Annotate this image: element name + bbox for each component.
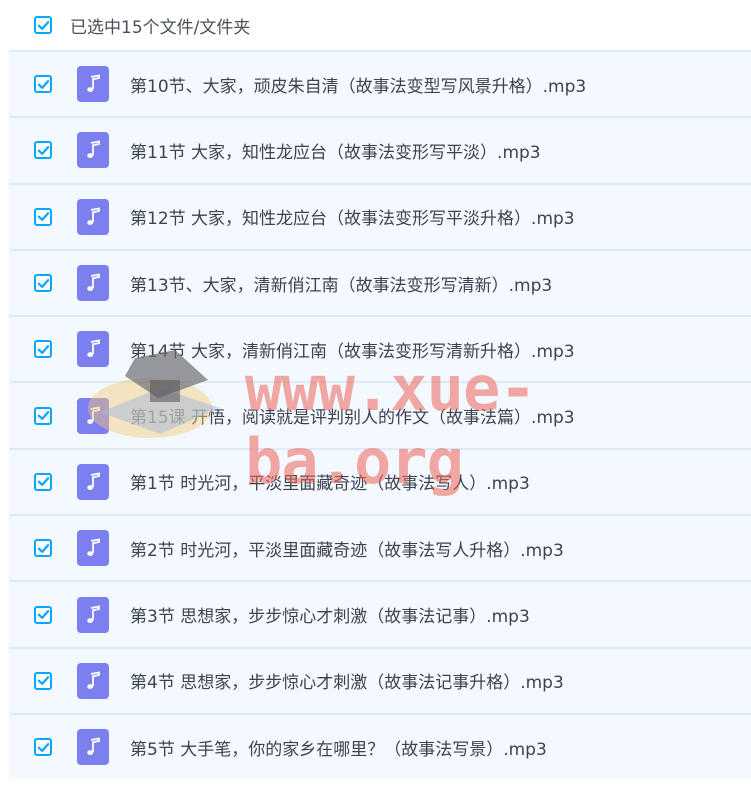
music-file-icon bbox=[77, 596, 109, 633]
file-checkbox-icon[interactable] bbox=[34, 141, 52, 160]
music-file-icon bbox=[77, 530, 109, 567]
file-row[interactable]: 第5节 大手笔，你的家乡在哪里？（故事法写景）.mp3 bbox=[9, 712, 751, 780]
music-file-icon bbox=[77, 331, 109, 368]
file-list: 第10节、大家，顽皮朱自清（故事法变型写风景升格）.mp3 第11节 大家，知性… bbox=[9, 50, 751, 780]
file-name[interactable]: 第1节 时光河，平淡里面藏奇迹（故事法写人）.mp3 bbox=[130, 469, 530, 494]
file-row[interactable]: 第4节 思想家，步步惊心才刺激（故事法记事升格）.mp3 bbox=[9, 646, 751, 713]
file-row[interactable]: 第11节 大家，知性龙应台（故事法变形写平淡）.mp3 bbox=[9, 116, 751, 183]
file-checkbox-icon[interactable] bbox=[34, 605, 52, 624]
file-name[interactable]: 第3节 思想家，步步惊心才刺激（故事法记事）.mp3 bbox=[130, 602, 530, 627]
music-file-icon bbox=[77, 265, 109, 302]
file-name[interactable]: 第10节、大家，顽皮朱自清（故事法变型写风景升格）.mp3 bbox=[130, 72, 586, 97]
select-all-checkbox-icon[interactable] bbox=[34, 16, 52, 34]
file-name[interactable]: 第5节 大手笔，你的家乡在哪里？（故事法写景）.mp3 bbox=[130, 735, 547, 760]
file-name[interactable]: 第14节 大家，清新俏江南（故事法变形写清新升格）.mp3 bbox=[130, 337, 575, 362]
music-file-icon bbox=[77, 397, 109, 434]
file-checkbox-icon[interactable] bbox=[34, 274, 52, 293]
file-row[interactable]: 第15课 开悟，阅读就是评判别人的作文（故事法篇）.mp3 bbox=[9, 381, 751, 448]
music-file-icon bbox=[77, 132, 109, 169]
file-name[interactable]: 第11节 大家，知性龙应台（故事法变形写平淡）.mp3 bbox=[130, 138, 541, 163]
file-name[interactable]: 第15课 开悟，阅读就是评判别人的作文（故事法篇）.mp3 bbox=[130, 403, 575, 428]
music-file-icon bbox=[77, 198, 109, 235]
file-checkbox-icon[interactable] bbox=[34, 738, 52, 757]
file-checkbox-icon[interactable] bbox=[34, 207, 52, 226]
file-row[interactable]: 第3节 思想家，步步惊心才刺激（故事法记事）.mp3 bbox=[9, 580, 751, 647]
file-checkbox-icon[interactable] bbox=[34, 539, 52, 558]
file-checkbox-icon[interactable] bbox=[34, 671, 52, 690]
file-checkbox-icon[interactable] bbox=[34, 406, 52, 425]
file-checkbox-icon[interactable] bbox=[34, 472, 52, 491]
music-file-icon bbox=[77, 463, 109, 500]
selection-count-label: 已选中15个文件/文件夹 bbox=[70, 17, 251, 38]
file-row[interactable]: 第14节 大家，清新俏江南（故事法变形写清新升格）.mp3 bbox=[9, 315, 751, 382]
music-file-icon bbox=[77, 662, 109, 699]
file-row[interactable]: 第1节 时光河，平淡里面藏奇迹（故事法写人）.mp3 bbox=[9, 447, 751, 515]
file-checkbox-icon[interactable] bbox=[34, 75, 52, 94]
file-name[interactable]: 第12节 大家，知性龙应台（故事法变形写平淡升格）.mp3 bbox=[130, 204, 575, 229]
file-checkbox-icon[interactable] bbox=[34, 340, 52, 359]
file-row[interactable]: 第13节、大家，清新俏江南（故事法变形写清新）.mp3 bbox=[9, 248, 751, 316]
file-name[interactable]: 第2节 时光河，平淡里面藏奇迹（故事法写人升格）.mp3 bbox=[130, 536, 564, 561]
file-row[interactable]: 第10节、大家，顽皮朱自清（故事法变型写风景升格）.mp3 bbox=[9, 50, 751, 117]
selection-header: 已选中15个文件/文件夹 bbox=[0, 0, 751, 50]
file-row[interactable]: 第2节 时光河，平淡里面藏奇迹（故事法写人升格）.mp3 bbox=[9, 514, 751, 581]
music-file-icon bbox=[77, 66, 109, 103]
file-name[interactable]: 第13节、大家，清新俏江南（故事法变形写清新）.mp3 bbox=[130, 271, 552, 296]
file-row[interactable]: 第12节 大家，知性龙应台（故事法变形写平淡升格）.mp3 bbox=[9, 182, 751, 249]
file-name[interactable]: 第4节 思想家，步步惊心才刺激（故事法记事升格）.mp3 bbox=[130, 668, 564, 693]
music-file-icon bbox=[77, 729, 109, 766]
